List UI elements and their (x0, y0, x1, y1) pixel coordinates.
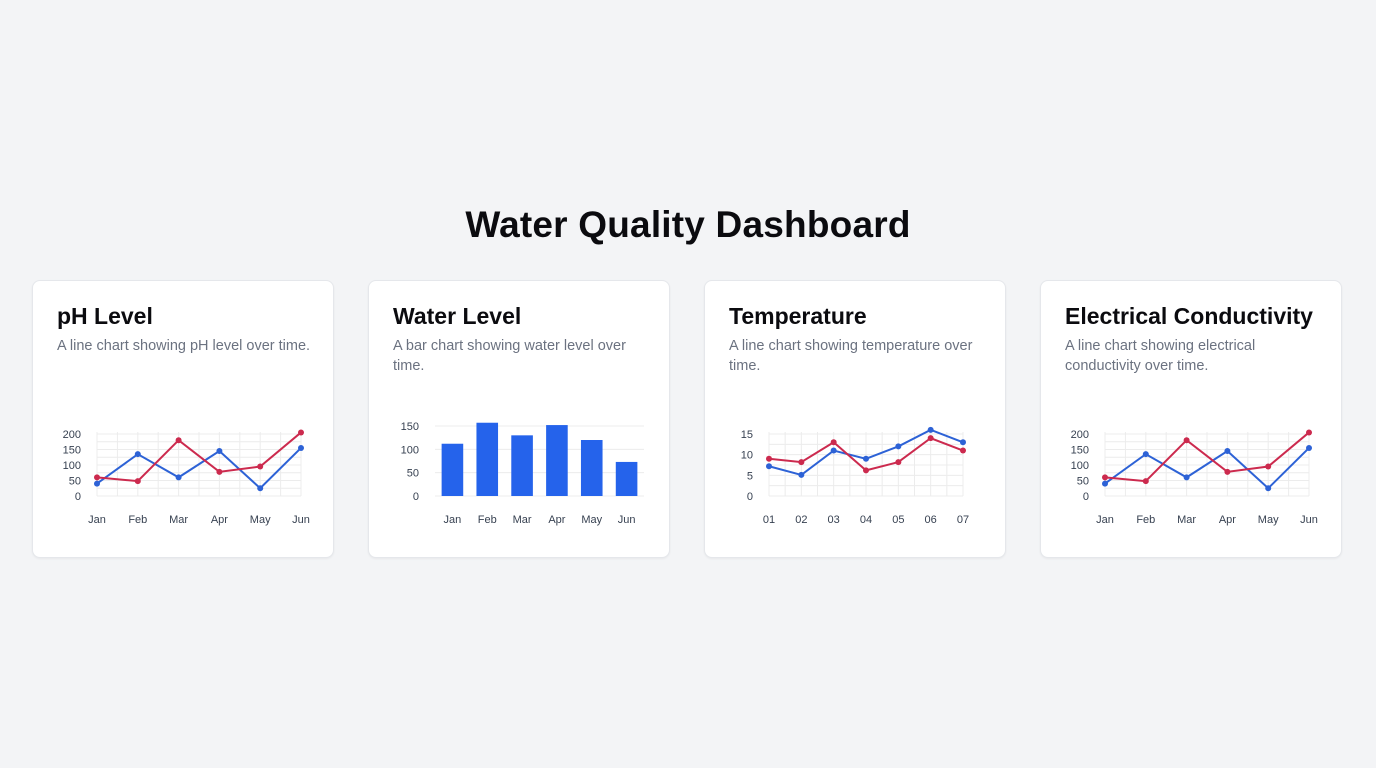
y-tick-label: 150 (401, 421, 419, 433)
x-tick-label: Jun (1300, 514, 1318, 526)
x-tick-label: Jun (618, 514, 636, 526)
data-point (798, 459, 805, 466)
bar (441, 443, 464, 496)
data-point (1142, 451, 1149, 458)
x-tick-label: 05 (892, 514, 904, 526)
data-point (298, 429, 304, 436)
x-tick-label: 07 (957, 514, 969, 526)
x-tick-label: 02 (795, 514, 807, 526)
y-tick-label: 200 (1071, 429, 1089, 441)
y-tick-label: 50 (69, 476, 81, 488)
data-point (1183, 437, 1190, 444)
x-tick-label: May (581, 514, 602, 526)
card-electrical-conductivity: Electrical Conductivity A line chart sho… (1040, 280, 1342, 558)
chart-grid (435, 425, 644, 497)
x-tick-label: Apr (211, 514, 228, 526)
y-tick-label: 200 (63, 429, 81, 441)
y-tick-label: 150 (1071, 445, 1089, 457)
y-tick-label: 100 (63, 460, 81, 472)
data-point (1102, 480, 1108, 487)
bar (476, 422, 499, 496)
x-tick-label: Apr (548, 514, 565, 526)
y-tick-label: 0 (75, 491, 81, 503)
data-point (895, 459, 902, 466)
y-tick-label: 0 (413, 491, 419, 503)
x-tick-label: Mar (169, 514, 188, 526)
y-tick-label: 15 (741, 429, 753, 441)
bar (546, 425, 568, 496)
ph-level-chart: 0 50 100 150 200 Jan Feb Mar Apr May Jun (63, 429, 310, 526)
x-tick-label: May (1258, 514, 1279, 526)
x-tick-label: May (250, 514, 271, 526)
data-point (927, 426, 934, 433)
x-tick-label: Jun (292, 514, 310, 526)
data-point (1183, 474, 1190, 481)
y-tick-label: 50 (1077, 476, 1089, 488)
page-title: Water Quality Dashboard (465, 204, 911, 245)
bar (615, 461, 638, 496)
data-point (298, 444, 304, 451)
data-point (1265, 485, 1272, 492)
data-point (216, 448, 223, 455)
data-point (863, 455, 869, 462)
x-tick-label: 04 (860, 514, 872, 526)
data-point (927, 435, 934, 442)
card-temperature: Temperature A line chart showing tempera… (704, 280, 1006, 558)
x-tick-label: 01 (763, 514, 775, 526)
data-point (1306, 444, 1312, 451)
data-point (134, 451, 141, 458)
data-point (1224, 468, 1231, 475)
data-point (175, 474, 182, 481)
y-tick-label: 50 (407, 468, 419, 480)
data-point (863, 467, 869, 474)
data-point (895, 443, 902, 450)
data-point (1102, 474, 1108, 481)
bar (511, 435, 533, 496)
y-tick-label: 150 (63, 445, 81, 457)
electrical-conductivity-chart: 0 50 100 150 200 Jan Feb Mar Apr May Jun (1071, 429, 1318, 526)
x-tick-label: Jan (444, 514, 462, 526)
data-point (830, 447, 837, 454)
y-tick-label: 0 (747, 491, 753, 503)
x-tick-label: Jan (1096, 514, 1114, 526)
data-point (960, 447, 966, 454)
data-point (94, 474, 100, 481)
data-point (175, 437, 182, 444)
card-ph-level: pH Level A line chart showing pH level o… (32, 280, 334, 558)
water-level-chart: 0 50 100 150 Jan Feb Mar Apr May Jun (401, 421, 644, 526)
data-point (134, 478, 141, 485)
x-tick-label: Feb (128, 514, 147, 526)
x-tick-label: Mar (1177, 514, 1196, 526)
chart-grid (768, 432, 964, 497)
x-tick-label: Feb (1136, 514, 1155, 526)
data-point (257, 485, 264, 492)
data-point (798, 471, 805, 478)
y-tick-label: 10 (741, 450, 753, 462)
y-tick-label: 0 (1083, 491, 1089, 503)
card-water-level: Water Level A bar chart showing water le… (368, 280, 670, 558)
x-tick-label: Jan (88, 514, 106, 526)
data-point (1306, 429, 1312, 436)
data-point (766, 463, 772, 470)
data-point (766, 455, 772, 462)
x-tick-label: Feb (478, 514, 497, 526)
data-point (216, 468, 223, 475)
x-tick-label: Apr (1219, 514, 1236, 526)
y-tick-label: 5 (747, 470, 753, 482)
x-tick-label: Mar (513, 514, 532, 526)
data-point (1224, 448, 1231, 455)
x-tick-label: 03 (828, 514, 840, 526)
y-tick-label: 100 (401, 444, 419, 456)
data-point (830, 439, 837, 446)
data-point (960, 439, 966, 446)
y-tick-label: 100 (1071, 460, 1089, 472)
data-point (257, 463, 264, 470)
bar (580, 440, 603, 496)
x-tick-label: 06 (925, 514, 937, 526)
data-point (1265, 463, 1272, 470)
data-point (94, 480, 100, 487)
data-point (1142, 478, 1149, 485)
temperature-chart: 05101501 02 03 04 05 06 07 (741, 426, 969, 526)
